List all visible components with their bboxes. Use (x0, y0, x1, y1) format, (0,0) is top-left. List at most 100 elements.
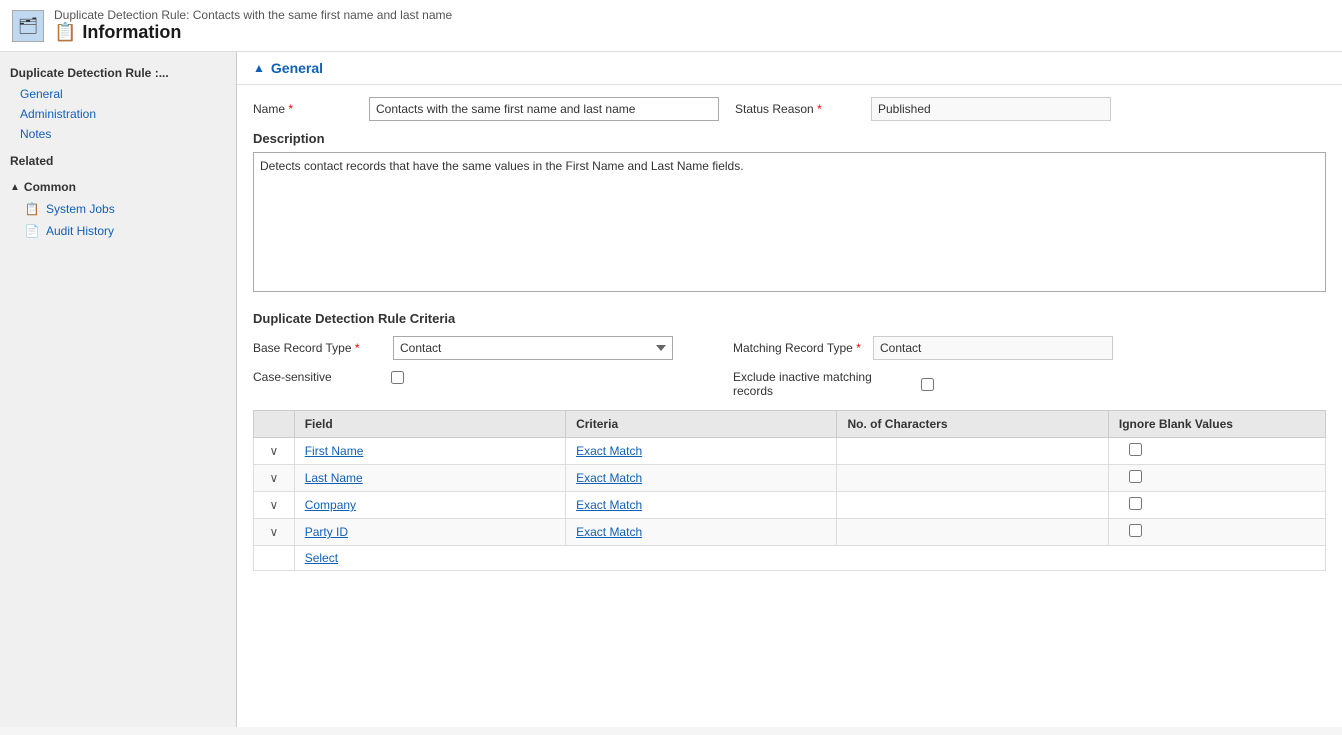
row-chars (837, 492, 1108, 519)
row-ignore (1108, 519, 1325, 546)
row-chars (837, 519, 1108, 546)
general-section-title: General (271, 60, 323, 76)
row-field: First Name (294, 438, 565, 465)
exclude-inactive-row: Exclude inactive matching records (733, 370, 1113, 398)
ignore-blank-checkbox[interactable] (1129, 497, 1142, 510)
main-content: ▲ General Name * Status Reason * Descrip… (237, 52, 1342, 727)
row-criteria: Exact Match (566, 438, 837, 465)
base-record-label: Base Record Type * (253, 341, 383, 355)
name-required: * (288, 102, 293, 116)
sidebar-item-audit-history[interactable]: 📄 Audit History (0, 220, 236, 242)
row-field: Company (294, 492, 565, 519)
criteria-title: Duplicate Detection Rule Criteria (253, 311, 1326, 326)
col-header-criteria: Criteria (566, 411, 837, 438)
description-label: Description (253, 131, 1326, 146)
matching-record-input (873, 336, 1113, 360)
ignore-blank-checkbox[interactable] (1129, 470, 1142, 483)
status-reason-input[interactable] (871, 97, 1111, 121)
row-chevron[interactable]: ∨ (254, 438, 295, 465)
case-sensitive-row: Case-sensitive (253, 370, 673, 384)
exclude-inactive-checkbox[interactable] (921, 378, 934, 391)
select-table-link[interactable]: Select (305, 551, 338, 565)
matching-record-label: Matching Record Type * (733, 341, 863, 355)
general-section-header: ▲ General (237, 52, 1342, 85)
row-field: Party ID (294, 519, 565, 546)
criteria-link[interactable]: Exact Match (576, 525, 642, 539)
header: 🗂 Duplicate Detection Rule: Contacts wit… (0, 0, 1342, 52)
base-record-group: Base Record Type * Contact Case-sensitiv… (253, 336, 673, 384)
criteria-table: Field Criteria No. of Characters Ignore … (253, 410, 1326, 571)
record-type-row: Base Record Type * Contact Case-sensitiv… (253, 336, 1326, 398)
row-ignore (1108, 465, 1325, 492)
sidebar: Duplicate Detection Rule :... General Ad… (0, 52, 237, 727)
criteria-link[interactable]: Exact Match (576, 498, 642, 512)
name-input[interactable] (369, 97, 719, 121)
name-label: Name * (253, 102, 353, 116)
header-title: 📋 Information (54, 22, 452, 43)
table-row: ∨ Company Exact Match (254, 492, 1326, 519)
row-chars (837, 465, 1108, 492)
header-title-text: Information (82, 22, 181, 43)
general-triangle-icon: ▲ (253, 61, 265, 75)
system-jobs-icon: 📋 (24, 201, 40, 217)
row-criteria: Exact Match (566, 519, 837, 546)
col-header-chars: No. of Characters (837, 411, 1108, 438)
field-link[interactable]: Company (305, 498, 356, 512)
criteria-section: Duplicate Detection Rule Criteria Base R… (253, 311, 1326, 571)
field-link[interactable]: Last Name (305, 471, 363, 485)
sidebar-related-title: Related (0, 144, 236, 172)
row-ignore (1108, 438, 1325, 465)
sidebar-item-administration[interactable]: Administration (0, 104, 236, 124)
row-field: Last Name (294, 465, 565, 492)
row-criteria: Exact Match (566, 465, 837, 492)
row-ignore (1108, 492, 1325, 519)
table-row: ∨ Last Name Exact Match (254, 465, 1326, 492)
col-header-ignore: Ignore Blank Values (1108, 411, 1325, 438)
ignore-blank-checkbox[interactable] (1129, 524, 1142, 537)
sidebar-item-notes[interactable]: Notes (0, 124, 236, 144)
row-chevron[interactable]: ∨ (254, 492, 295, 519)
header-breadcrumb: Duplicate Detection Rule: Contacts with … (54, 8, 452, 22)
base-record-select[interactable]: Contact (393, 336, 673, 360)
status-reason-label: Status Reason * (735, 102, 855, 116)
select-cell: Select (294, 546, 1325, 571)
audit-history-icon: 📄 (24, 223, 40, 239)
general-form-area: Name * Status Reason * Description Detec… (237, 85, 1342, 583)
sidebar-item-system-jobs-label: System Jobs (46, 202, 115, 216)
matching-record-row: Matching Record Type * (733, 336, 1113, 360)
field-link[interactable]: Party ID (305, 525, 348, 539)
case-sensitive-checkbox[interactable] (391, 371, 404, 384)
criteria-link[interactable]: Exact Match (576, 444, 642, 458)
field-link[interactable]: First Name (305, 444, 364, 458)
common-triangle-icon: ▲ (10, 182, 20, 193)
description-textarea[interactable]: Detects contact records that have the sa… (253, 152, 1326, 292)
row-chevron[interactable]: ∨ (254, 465, 295, 492)
sidebar-section-title: Duplicate Detection Rule :... (0, 60, 236, 84)
table-row: ∨ First Name Exact Match (254, 438, 1326, 465)
row-criteria: Exact Match (566, 492, 837, 519)
sidebar-item-general[interactable]: General (0, 84, 236, 104)
sidebar-item-system-jobs[interactable]: 📋 System Jobs (0, 198, 236, 220)
matching-required: * (856, 341, 861, 355)
exclude-inactive-label: Exclude inactive matching records (733, 370, 913, 398)
select-empty (254, 546, 295, 571)
case-sensitive-label: Case-sensitive (253, 370, 383, 384)
table-row: ∨ Party ID Exact Match (254, 519, 1326, 546)
criteria-link[interactable]: Exact Match (576, 471, 642, 485)
sidebar-common-header[interactable]: ▲ Common (0, 176, 236, 198)
sidebar-common-section: ▲ Common 📋 System Jobs 📄 Audit History (0, 172, 236, 246)
header-icon: 🗂 (12, 10, 44, 42)
base-required: * (355, 341, 360, 355)
name-status-row: Name * Status Reason * (253, 97, 1326, 121)
sidebar-common-label: Common (24, 180, 76, 194)
header-title-icon: 📋 (54, 22, 76, 43)
col-header-field: Field (294, 411, 565, 438)
sidebar-item-audit-history-label: Audit History (46, 224, 114, 238)
base-record-row: Base Record Type * Contact (253, 336, 673, 360)
description-section: Description Detects contact records that… (253, 131, 1326, 295)
matching-record-group: Matching Record Type * Exclude inactive … (733, 336, 1113, 398)
row-chevron[interactable]: ∨ (254, 519, 295, 546)
col-header-expand (254, 411, 295, 438)
status-required: * (817, 102, 822, 116)
ignore-blank-checkbox[interactable] (1129, 443, 1142, 456)
